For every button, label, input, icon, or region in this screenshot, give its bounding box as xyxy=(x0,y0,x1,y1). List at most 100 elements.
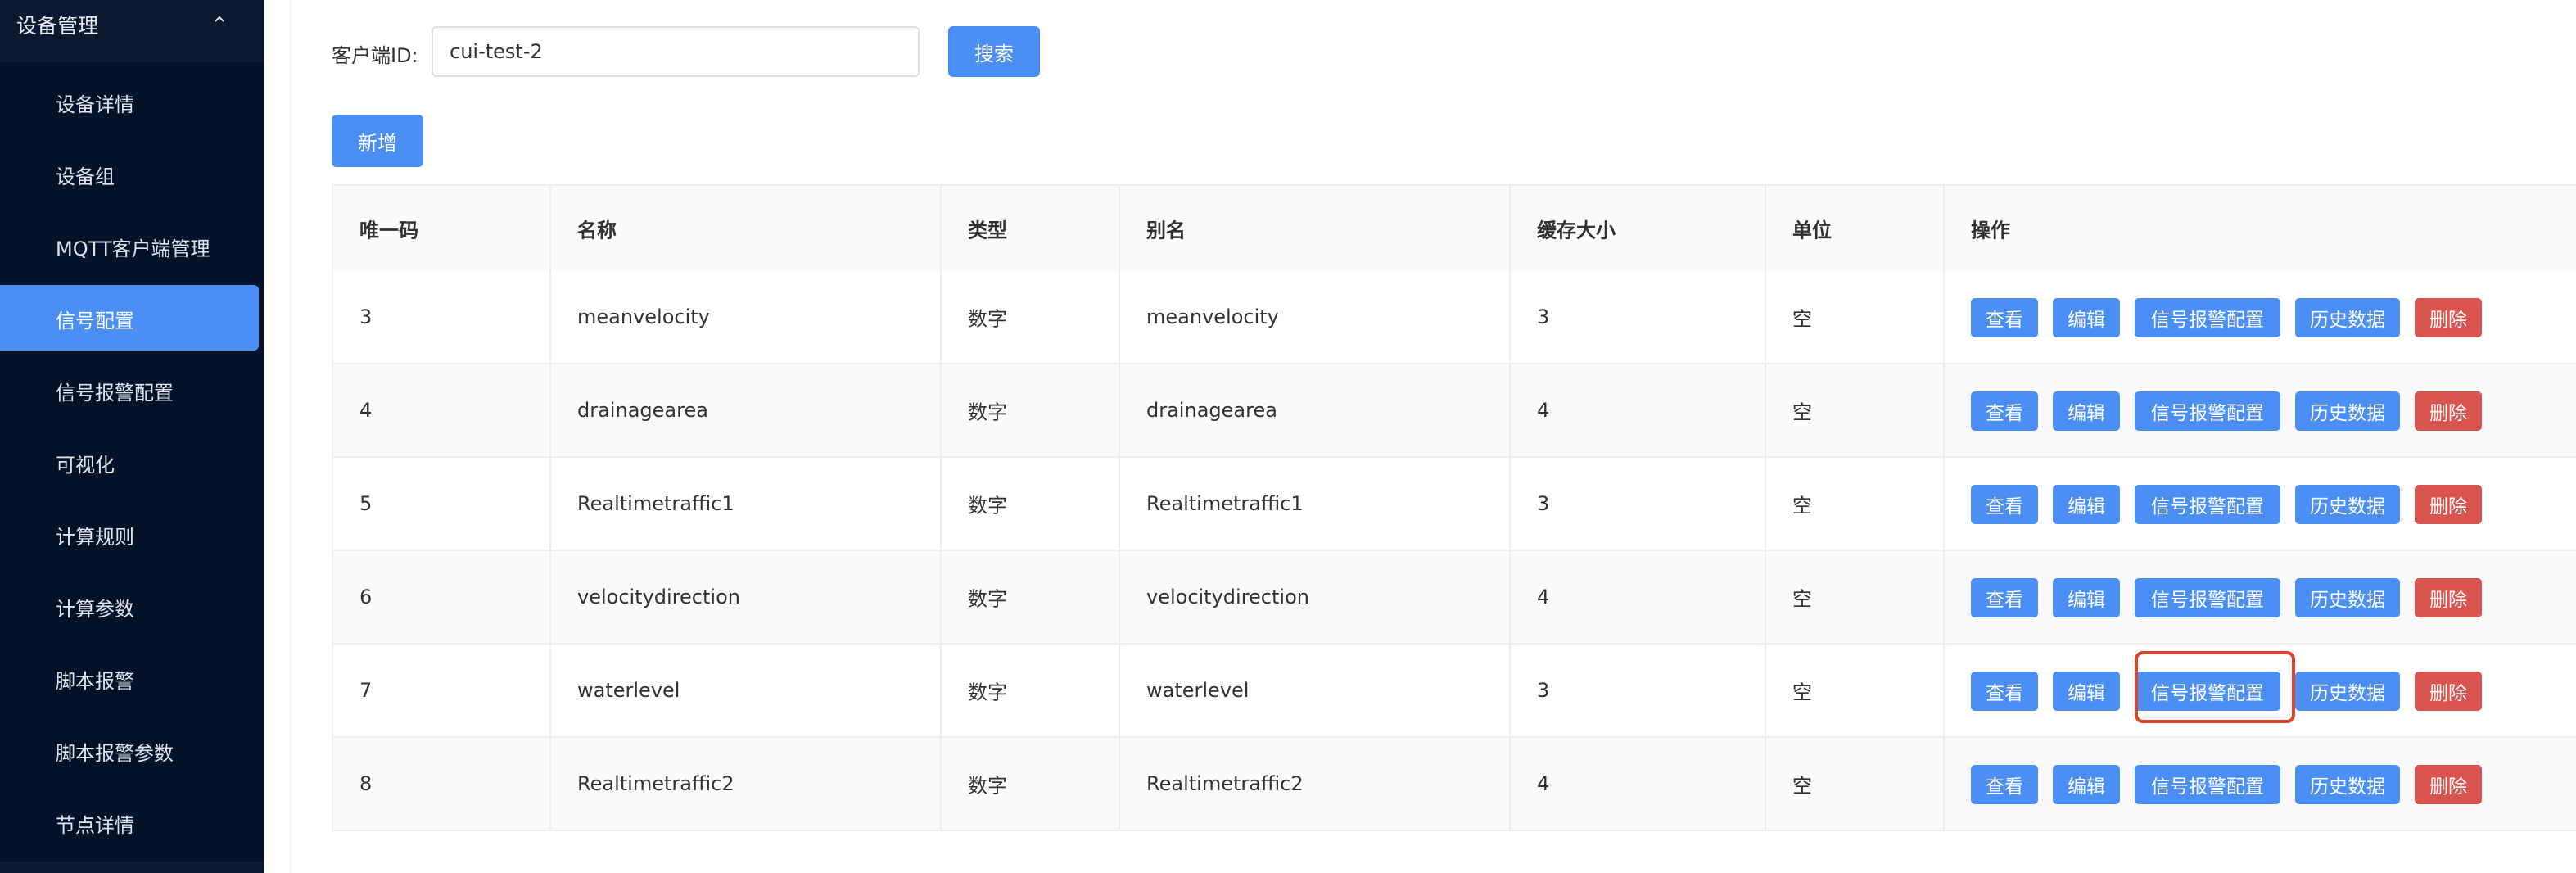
delete-button[interactable]: 删除 xyxy=(2415,298,2482,337)
cell-alias-text: velocitydirection xyxy=(1146,586,1309,608)
cell-alias: drainagearea xyxy=(1120,364,1511,456)
sidebar-item-calc-params[interactable]: 计算参数 xyxy=(0,573,259,639)
history-data-button[interactable]: 历史数据 xyxy=(2295,391,2400,431)
signal-alarm-config-button[interactable]: 信号报警配置 xyxy=(2135,298,2280,337)
sidebar-group-title: 设备管理 xyxy=(16,14,99,38)
cell-unique-code: 8 xyxy=(333,738,551,830)
cell-type-text: 数字 xyxy=(968,307,1007,331)
history-data-button[interactable]: 历史数据 xyxy=(2295,765,2400,804)
column-header-alias: 别名 xyxy=(1120,186,1511,271)
view-button[interactable]: 查看 xyxy=(1971,578,2038,617)
cell-unit: 空 xyxy=(1766,551,1945,643)
edit-button[interactable]: 编辑 xyxy=(2053,298,2120,337)
cell-name-text: velocitydirection xyxy=(577,586,740,608)
sidebar-bottom-strip xyxy=(0,862,264,873)
signal-alarm-config-button[interactable]: 信号报警配置 xyxy=(2135,578,2280,617)
delete-button[interactable]: 删除 xyxy=(2415,485,2482,524)
signal-alarm-config-button[interactable]: 信号报警配置 xyxy=(2135,485,2280,524)
view-button[interactable]: 查看 xyxy=(1971,485,2038,524)
cell-name-text: drainagearea xyxy=(577,399,708,422)
cell-cache-size: 3 xyxy=(1511,271,1766,363)
sidebar-item-label: 设备详情 xyxy=(56,93,134,116)
cell-cache-size: 4 xyxy=(1511,551,1766,643)
cell-type-text: 数字 xyxy=(968,400,1007,424)
cell-unit-text: 空 xyxy=(1792,494,1812,518)
delete-button[interactable]: 删除 xyxy=(2415,391,2482,431)
history-data-button[interactable]: 历史数据 xyxy=(2295,672,2400,711)
cell-name: drainagearea xyxy=(551,364,942,456)
cell-cache-size-text: 4 xyxy=(1537,586,1550,608)
history-data-button[interactable]: 历史数据 xyxy=(2295,298,2400,337)
cell-alias: Realtimetraffic2 xyxy=(1120,738,1511,830)
view-button[interactable]: 查看 xyxy=(1971,298,2038,337)
history-data-button[interactable]: 历史数据 xyxy=(2295,578,2400,617)
sidebar-item-calc-rules[interactable]: 计算规则 xyxy=(0,501,259,567)
table-row: 6 velocitydirection 数字 velocitydirection 4 空 查… xyxy=(333,551,2576,645)
signal-alarm-config-button[interactable]: 信号报警配置 xyxy=(2135,765,2280,804)
cell-type-text: 数字 xyxy=(968,494,1007,518)
column-header-unit: 单位 xyxy=(1766,186,1945,271)
cell-name: Realtimetraffic2 xyxy=(551,738,942,830)
sidebar-item-signal-alarm-config[interactable]: 信号报警配置 xyxy=(0,357,259,423)
sidebar-group-device-management[interactable]: 设备管理 xyxy=(0,0,264,62)
sidebar-item-device-group[interactable]: 设备组 xyxy=(0,141,259,206)
view-button[interactable]: 查看 xyxy=(1971,391,2038,431)
delete-button[interactable]: 删除 xyxy=(2415,578,2482,617)
view-button[interactable]: 查看 xyxy=(1971,672,2038,711)
sidebar-item-device-details[interactable]: 设备详情 xyxy=(0,69,259,134)
cell-type: 数字 xyxy=(942,551,1120,643)
history-data-button[interactable]: 历史数据 xyxy=(2295,485,2400,524)
edit-button[interactable]: 编辑 xyxy=(2053,765,2120,804)
chevron-up-icon xyxy=(215,16,224,22)
cell-cache-size: 3 xyxy=(1511,645,1766,736)
delete-button[interactable]: 删除 xyxy=(2415,765,2482,804)
cell-alias-text: drainagearea xyxy=(1146,399,1277,422)
search-button[interactable]: 搜索 xyxy=(948,26,1040,77)
cell-unique-code: 4 xyxy=(333,364,551,456)
cell-unit-text: 空 xyxy=(1792,307,1812,331)
cell-alias-text: Realtimetraffic2 xyxy=(1146,772,1304,795)
sidebar-item-node-details[interactable]: 节点详情 xyxy=(0,789,259,855)
sidebar-item-signal-config[interactable]: 信号配置 xyxy=(0,285,259,351)
cell-name: meanvelocity xyxy=(551,271,942,363)
cell-name-text: Realtimetraffic2 xyxy=(577,772,734,795)
edit-button[interactable]: 编辑 xyxy=(2053,391,2120,431)
content-divider xyxy=(290,0,291,873)
sidebar-item-label: 可视化 xyxy=(56,454,115,477)
cell-unit: 空 xyxy=(1766,458,1945,550)
cell-cache-size: 4 xyxy=(1511,738,1766,830)
cell-unique-code-text: 4 xyxy=(359,399,373,422)
cell-cache-size-text: 3 xyxy=(1537,492,1550,515)
cell-name-text: Realtimetraffic1 xyxy=(577,492,734,515)
sidebar-item-label: 信号报警配置 xyxy=(56,382,174,405)
add-button[interactable]: 新增 xyxy=(332,115,423,167)
column-header-name: 名称 xyxy=(551,186,942,271)
cell-cache-size-text: 4 xyxy=(1537,772,1550,795)
cell-alias: meanvelocity xyxy=(1120,271,1511,363)
table-row: 5 Realtimetraffic1 数字 Realtimetraffic1 3 空 查看编… xyxy=(333,458,2576,551)
cell-actions: 查看 编辑 信号报警配置 历史数据 删除 xyxy=(1945,738,2576,830)
column-header-unique-code: 唯一码 xyxy=(333,186,551,271)
sidebar-item-label: 计算参数 xyxy=(56,598,134,621)
cell-type: 数字 xyxy=(942,458,1120,550)
signal-alarm-config-button[interactable]: 信号报警配置 xyxy=(2135,391,2280,431)
sidebar-item-script-alarm[interactable]: 脚本报警 xyxy=(0,645,259,711)
cell-unit-text: 空 xyxy=(1792,400,1812,424)
cell-unique-code: 7 xyxy=(333,645,551,736)
cell-name-text: meanvelocity xyxy=(577,305,710,328)
cell-unit-text: 空 xyxy=(1792,774,1812,798)
sidebar-item-script-alarm-params[interactable]: 脚本报警参数 xyxy=(0,717,259,783)
sidebar-item-visualization[interactable]: 可视化 xyxy=(0,429,259,495)
delete-button[interactable]: 删除 xyxy=(2415,672,2482,711)
edit-button[interactable]: 编辑 xyxy=(2053,485,2120,524)
client-id-input[interactable] xyxy=(432,26,920,77)
signal-alarm-config-button[interactable]: 信号报警配置 xyxy=(2135,672,2280,711)
cell-name-text: waterlevel xyxy=(577,679,680,702)
cell-name: waterlevel xyxy=(551,645,942,736)
sidebar-item-mqtt-client-management[interactable]: MQTT客户端管理 xyxy=(0,213,259,278)
cell-alias: waterlevel xyxy=(1120,645,1511,736)
cell-actions: 查看 编辑 信号报警配置 历史数据 删除 xyxy=(1945,458,2576,550)
edit-button[interactable]: 编辑 xyxy=(2053,578,2120,617)
view-button[interactable]: 查看 xyxy=(1971,765,2038,804)
edit-button[interactable]: 编辑 xyxy=(2053,672,2120,711)
